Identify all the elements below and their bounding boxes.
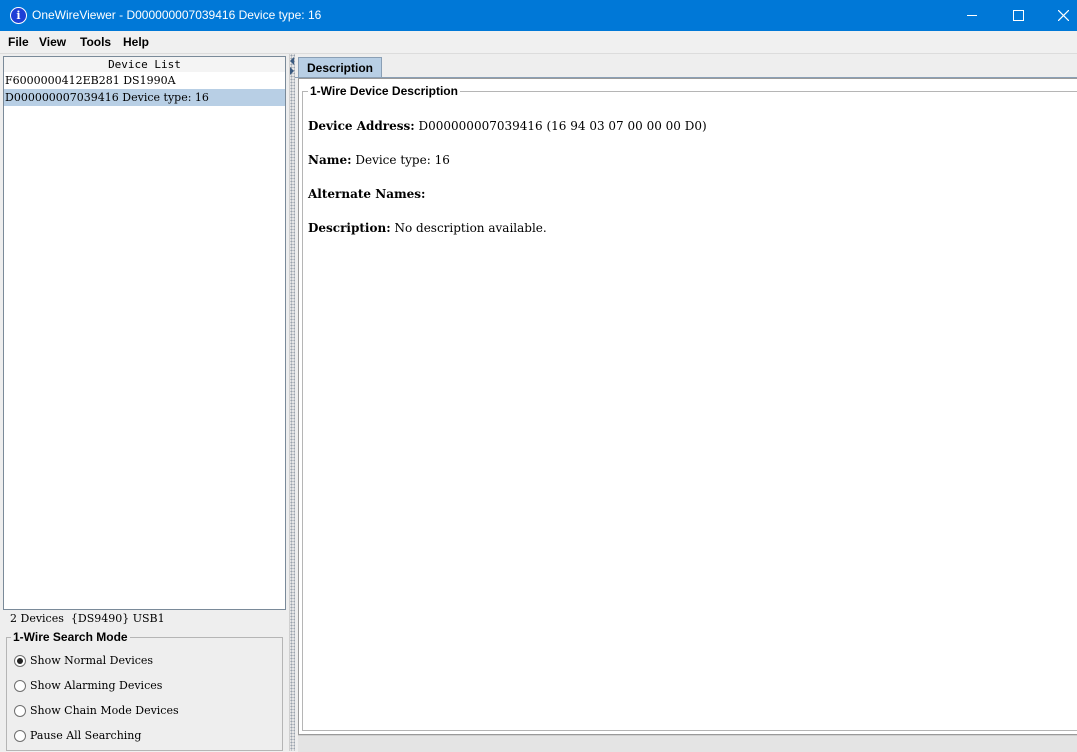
left-panel: Device List F6000000412EB281 DS1990A D00…	[0, 54, 289, 751]
maximize-icon	[1013, 10, 1024, 21]
minimize-icon	[967, 15, 977, 16]
device-description-legend: 1-Wire Device Description	[308, 84, 460, 98]
device-list-header: Device List	[4, 57, 285, 72]
search-mode-group: 1-Wire Search Mode Show Normal Devices S…	[6, 630, 283, 751]
device-address-value: D000000007039416 (16 94 03 07 00 00 00 D…	[418, 119, 707, 133]
alternate-names-field: Alternate Names:	[308, 187, 426, 201]
device-list-item-selected[interactable]: D000000007039416 Device type: 16	[4, 89, 285, 106]
description-label: Description:	[308, 221, 391, 235]
close-icon	[1058, 10, 1069, 21]
radio-label: Show Chain Mode Devices	[30, 704, 179, 717]
description-content: 1-Wire Device Description Device Address…	[298, 78, 1077, 735]
horizontal-scrollbar[interactable]	[298, 735, 1077, 752]
info-icon: i	[10, 7, 27, 24]
radio-unchecked-icon[interactable]	[14, 730, 26, 742]
device-count: 2 Devices	[10, 612, 64, 625]
maximize-button[interactable]	[995, 0, 1041, 31]
radio-label: Show Normal Devices	[30, 654, 154, 667]
radio-checked-icon[interactable]	[14, 655, 26, 667]
device-name-value: Device type: 16	[355, 153, 450, 167]
minimize-button[interactable]	[950, 0, 996, 31]
radio-unchecked-icon[interactable]	[14, 705, 26, 717]
menu-file[interactable]: File	[8, 35, 29, 49]
menu-bar: File View Tools Help	[0, 31, 1077, 54]
device-status: 2 Devices {DS9490} USB1	[10, 612, 165, 625]
description-value: No description available.	[394, 221, 547, 235]
device-list[interactable]: Device List F6000000412EB281 DS1990A D00…	[3, 56, 286, 610]
radio-unchecked-icon[interactable]	[14, 680, 26, 692]
device-name-label: Name:	[308, 153, 352, 167]
menu-view[interactable]: View	[39, 35, 66, 49]
menu-tools[interactable]: Tools	[80, 35, 111, 49]
description-field: Description: No description available.	[308, 221, 547, 235]
alternate-names-label: Alternate Names:	[308, 187, 426, 201]
device-description-group: 1-Wire Device Description Device Address…	[302, 84, 1077, 731]
menu-help[interactable]: Help	[123, 35, 149, 49]
collapse-left-icon[interactable]	[290, 57, 294, 65]
tab-description[interactable]: Description	[298, 57, 382, 78]
device-address-field: Device Address: D000000007039416 (16 94 …	[308, 119, 707, 133]
radio-label: Show Alarming Devices	[30, 679, 163, 692]
window-title: OneWireViewer - D000000007039416 Device …	[32, 8, 322, 22]
device-name-field: Name: Device type: 16	[308, 153, 450, 167]
right-panel: Description 1-Wire Device Description De…	[295, 54, 1077, 752]
radio-label: Pause All Searching	[30, 729, 142, 742]
title-bar: i OneWireViewer - D000000007039416 Devic…	[0, 0, 1077, 31]
device-address-label: Device Address:	[308, 119, 415, 133]
expand-right-icon[interactable]	[290, 67, 294, 75]
search-mode-legend: 1-Wire Search Mode	[11, 630, 130, 644]
device-list-item[interactable]: F6000000412EB281 DS1990A	[4, 72, 285, 89]
adapter-name: {DS9490} USB1	[70, 612, 165, 625]
close-button[interactable]	[1040, 0, 1077, 31]
